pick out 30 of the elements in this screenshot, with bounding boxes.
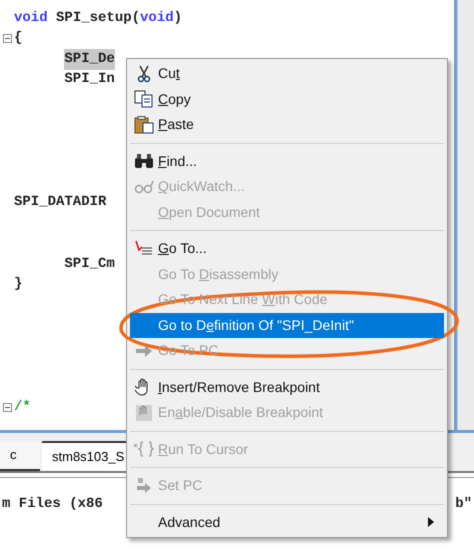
arrow-icon	[135, 344, 153, 358]
glasses-icon	[134, 180, 154, 194]
code-line: {	[14, 29, 22, 48]
menu-item[interactable]: Cut	[130, 61, 444, 86]
menu-item[interactable]: Go to Definition Of "SPI_DeInit"	[130, 312, 444, 338]
menu-item[interactable]: Paste	[130, 112, 444, 138]
file-tab[interactable]: c	[0, 441, 40, 471]
code-line: void SPI_setup(void)	[14, 8, 182, 28]
copy-icon	[134, 90, 154, 108]
menu-item[interactable]: Advanced	[130, 510, 444, 535]
code-line: SPI_DATADIR	[14, 193, 106, 212]
fold-toggle[interactable]	[3, 403, 12, 412]
code-line: SPI_Cm	[64, 254, 115, 274]
code-line: /*	[14, 398, 31, 418]
binoculars-icon	[134, 153, 154, 170]
fold-toggle[interactable]	[3, 34, 12, 44]
menu-item[interactable]: Go To...	[130, 236, 444, 262]
code-line: SPI_In	[64, 70, 115, 90]
braces-icon	[133, 441, 155, 458]
paste-icon	[134, 116, 154, 134]
set-pc-icon	[135, 476, 153, 496]
menu-item[interactable]: Copy	[130, 86, 444, 112]
scissors-icon	[137, 64, 151, 83]
code-line: }	[14, 275, 22, 294]
hand-icon	[135, 404, 153, 422]
output-text: b"	[455, 495, 472, 514]
menu-item[interactable]: Find...	[130, 148, 444, 174]
menu-item[interactable]: Insert/Remove Breakpoint	[130, 374, 444, 400]
output-text: m Files (x86	[2, 495, 103, 514]
scrollbar[interactable]	[457, 0, 474, 430]
